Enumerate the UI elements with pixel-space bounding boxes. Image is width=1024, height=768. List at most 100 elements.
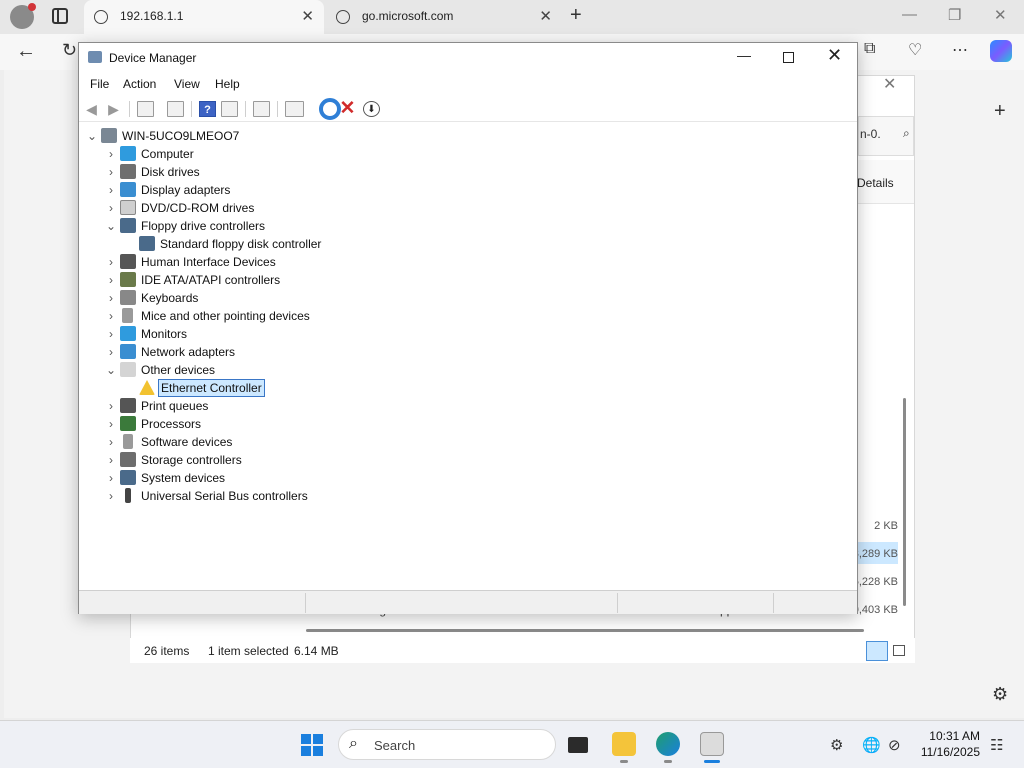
tree-node[interactable]: › System devices [105, 469, 505, 487]
new-tab-icon[interactable]: + [570, 4, 582, 27]
back-arrow-icon[interactable]: ◀ [83, 101, 100, 117]
tree-node[interactable]: › Monitors [105, 325, 505, 343]
chevron-down-icon[interactable]: ⌄ [86, 128, 98, 144]
close-icon[interactable]: ✕ [827, 45, 842, 66]
tree-node[interactable]: › Display adapters [105, 181, 505, 199]
search-icon: ⌕ [903, 126, 910, 140]
device-tree[interactable]: ⌄ WIN-5UCO9LMEOO7 › Computer › Disk drives › Di… [80, 125, 856, 588]
browser-essentials-icon[interactable]: ♡ [908, 40, 922, 60]
forward-arrow-icon[interactable]: ▶ [105, 101, 122, 117]
chevron-right-icon[interactable]: › [105, 488, 117, 504]
tree-node[interactable]: › Disk drives [105, 163, 505, 181]
help-icon[interactable]: ? [199, 101, 216, 117]
profile-avatar-icon[interactable] [10, 3, 36, 29]
page-favicon-icon [94, 10, 108, 24]
notifications-icon[interactable]: ☷ [990, 736, 1003, 754]
close-icon[interactable]: ✕ [994, 6, 1007, 24]
tab-close-icon[interactable]: ✕ [301, 7, 314, 25]
minimize-icon[interactable]: — [737, 47, 751, 63]
tree-node[interactable]: Ethernet Controller [124, 379, 524, 397]
tree-node[interactable]: ⌄ WIN-5UCO9LMEOO7 [86, 127, 486, 145]
tab-close-icon[interactable]: ✕ [539, 7, 552, 25]
tiles-view-icon[interactable] [893, 645, 905, 656]
chevron-right-icon[interactable]: › [105, 164, 117, 180]
more-menu-icon[interactable]: ⋯ [952, 40, 968, 60]
properties-icon[interactable] [167, 101, 184, 117]
chevron-right-icon[interactable]: › [105, 434, 117, 450]
edge-browser-icon[interactable] [656, 732, 680, 756]
tree-node[interactable]: › Network adapters [105, 343, 505, 361]
horizontal-scrollbar[interactable] [306, 629, 864, 632]
back-arrow-icon[interactable]: ← [16, 40, 36, 63]
tree-node[interactable]: › Universal Serial Bus controllers [105, 487, 505, 505]
title-bar[interactable]: Device Manager — ✕ [79, 43, 857, 73]
task-view-icon[interactable] [568, 737, 588, 753]
maximize-icon[interactable] [783, 52, 794, 63]
action-pane-icon[interactable] [221, 101, 238, 117]
tree-node[interactable]: ⌄ Floppy drive controllers [105, 217, 505, 235]
file-explorer-icon[interactable] [612, 732, 636, 756]
tree-node[interactable]: › Human Interface Devices [105, 253, 505, 271]
tree-node[interactable]: › DVD/CD-ROM drives [105, 199, 505, 217]
chevron-right-icon[interactable]: › [105, 290, 117, 306]
chevron-right-icon[interactable]: › [105, 470, 117, 486]
tree-node[interactable]: › Storage controllers [105, 451, 505, 469]
chevron-right-icon[interactable]: › [105, 146, 117, 162]
tree-node[interactable]: › Computer [105, 145, 505, 163]
uninstall-device-icon[interactable]: ✕ [339, 99, 356, 118]
tree-node[interactable]: › Processors [105, 415, 505, 433]
chevron-right-icon[interactable]: › [105, 416, 117, 432]
details-button[interactable]: Details [857, 176, 894, 190]
tree-node[interactable]: Standard floppy disk controller [124, 235, 524, 253]
vertical-scrollbar[interactable] [903, 398, 906, 606]
chevron-right-icon[interactable]: › [105, 182, 117, 198]
reload-icon[interactable]: ↻ [62, 40, 77, 61]
chevron-down-icon[interactable]: ⌄ [105, 362, 117, 378]
start-button-icon[interactable] [301, 734, 323, 756]
tab-microsoft[interactable]: go.microsoft.com ✕ [326, 0, 562, 34]
chevron-right-icon[interactable]: › [105, 200, 117, 216]
taskbar-search-box[interactable]: ⌕ Search [338, 729, 556, 760]
chevron-right-icon[interactable]: › [105, 326, 117, 342]
running-indicator [620, 760, 628, 763]
clock-time[interactable]: 10:31 AM [924, 729, 980, 743]
minimize-icon[interactable]: — [902, 6, 917, 23]
status-bar [79, 590, 857, 614]
menu-file[interactable]: File [90, 77, 109, 91]
chevron-right-icon[interactable]: › [105, 254, 117, 270]
sidebar-settings-icon[interactable]: ⚙ [992, 684, 1008, 705]
chevron-right-icon[interactable]: › [105, 398, 117, 414]
tree-node-label: Computer [141, 147, 194, 161]
details-view-icon[interactable] [866, 641, 888, 661]
tree-node[interactable]: › IDE ATA/ATAPI controllers [105, 271, 505, 289]
menu-help[interactable]: Help [215, 77, 240, 91]
show-hide-console-tree-icon[interactable] [137, 101, 154, 117]
restore-icon[interactable]: ❐ [948, 6, 961, 24]
tree-node[interactable]: › Keyboards [105, 289, 505, 307]
device-manager-taskbar-icon[interactable] [700, 732, 724, 756]
explorer-close-icon[interactable]: ✕ [883, 74, 896, 94]
chevron-right-icon[interactable]: › [105, 344, 117, 360]
system-tray-icon[interactable]: ⚙ [830, 736, 843, 754]
chevron-right-icon[interactable]: › [105, 272, 117, 288]
download-driver-icon[interactable]: ⬇ [363, 101, 380, 117]
clock-date[interactable]: 11/16/2025 [914, 745, 980, 759]
chevron-right-icon[interactable]: › [105, 452, 117, 468]
tab-router[interactable]: 192.168.1.1 ✕ [84, 0, 324, 34]
update-driver-icon[interactable] [253, 101, 270, 117]
menu-action[interactable]: Action [123, 77, 156, 91]
collections-icon[interactable]: ⧉ [864, 40, 875, 58]
chevron-right-icon[interactable]: › [105, 308, 117, 324]
copilot-icon[interactable] [990, 40, 1012, 62]
sidebar-add-icon[interactable]: + [994, 100, 1006, 123]
tree-node[interactable]: ⌄ Other devices [105, 361, 505, 379]
tab-actions-icon[interactable] [52, 8, 68, 24]
tree-node[interactable]: › Software devices [105, 433, 505, 451]
tree-node[interactable]: › Mice and other pointing devices [105, 307, 505, 325]
chevron-down-icon[interactable]: ⌄ [105, 218, 117, 234]
menu-view[interactable]: View [174, 77, 200, 91]
language-globe-icon[interactable]: 🌐 [862, 736, 881, 754]
tree-node[interactable]: › Print queues [105, 397, 505, 415]
network-disconnected-icon[interactable]: ⊘ [888, 736, 901, 754]
scan-hardware-changes-icon[interactable] [285, 101, 304, 117]
